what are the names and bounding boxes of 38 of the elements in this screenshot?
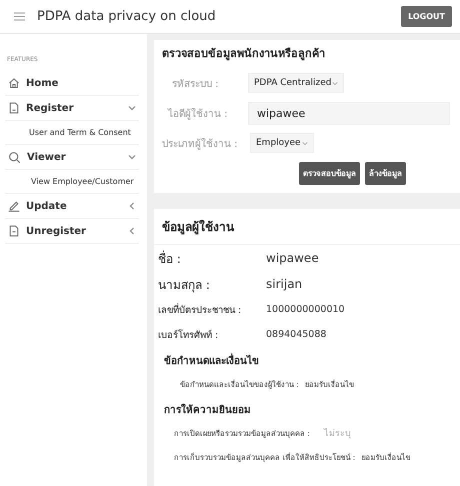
document-icon [8, 102, 20, 114]
card-title: ตรวจสอบข้อมูลพนักงานหรือลูกค้า [162, 46, 326, 62]
select-field[interactable]: PDPA Centralized [248, 73, 344, 93]
app-title: PDPA data privacy on cloud [37, 9, 217, 24]
field-label: ประเภทผู้ใช้งาน : [162, 137, 239, 150]
field-label: รหัสระบบ : [171, 78, 220, 90]
consent-value: ไม่ระบุ [324, 427, 351, 440]
info-label: ชื่อ : [158, 250, 182, 268]
card-title: ข้อมูลผู้ใช้งาน [154, 209, 460, 245]
logout-button[interactable]: LOGOUT [401, 6, 452, 27]
input-field[interactable]: wipawee [248, 102, 450, 124]
caret-icon [332, 80, 338, 86]
pencil-icon [8, 200, 20, 212]
document-icon [8, 225, 20, 237]
sidebar-subitem[interactable]: User and Term & Consent [5, 121, 139, 145]
sidebar-item[interactable]: Register [5, 96, 139, 121]
sidebar-item[interactable]: Update [5, 194, 139, 219]
caret-icon [302, 140, 308, 146]
field-label: ไอดีผู้ใช้งาน : [166, 107, 229, 120]
info-label: เบอร์โทรศัพท์ : [158, 328, 220, 342]
sidebar-item[interactable]: Home [5, 71, 139, 96]
info-value: wipawee [266, 251, 319, 265]
sidebar-subitem[interactable]: View Employee/Customer [5, 170, 139, 194]
section-title: การให้ความยินยอม [163, 402, 252, 418]
select-field[interactable]: Employee [250, 133, 314, 153]
section-title: ข้อกำหนดและเงื่อนไข [154, 347, 460, 372]
check-button[interactable]: ตรวจสอบข้อมูล [299, 162, 360, 185]
home-icon [8, 77, 20, 89]
info-label: เลขที่บัตรประชาชน : [158, 302, 242, 317]
info-label: นามสกุล : [158, 276, 211, 294]
sidebar-item[interactable]: Viewer [5, 145, 139, 170]
menu-icon[interactable] [14, 12, 25, 21]
clear-button[interactable]: ล้างข้อมูล [365, 162, 406, 185]
sidebar-item[interactable]: Unregister [5, 219, 139, 244]
search-icon [8, 150, 21, 164]
info-value: 0894045088 [266, 329, 326, 340]
info-value: sirijan [266, 277, 302, 291]
info-value: 1000000000010 [266, 304, 345, 315]
